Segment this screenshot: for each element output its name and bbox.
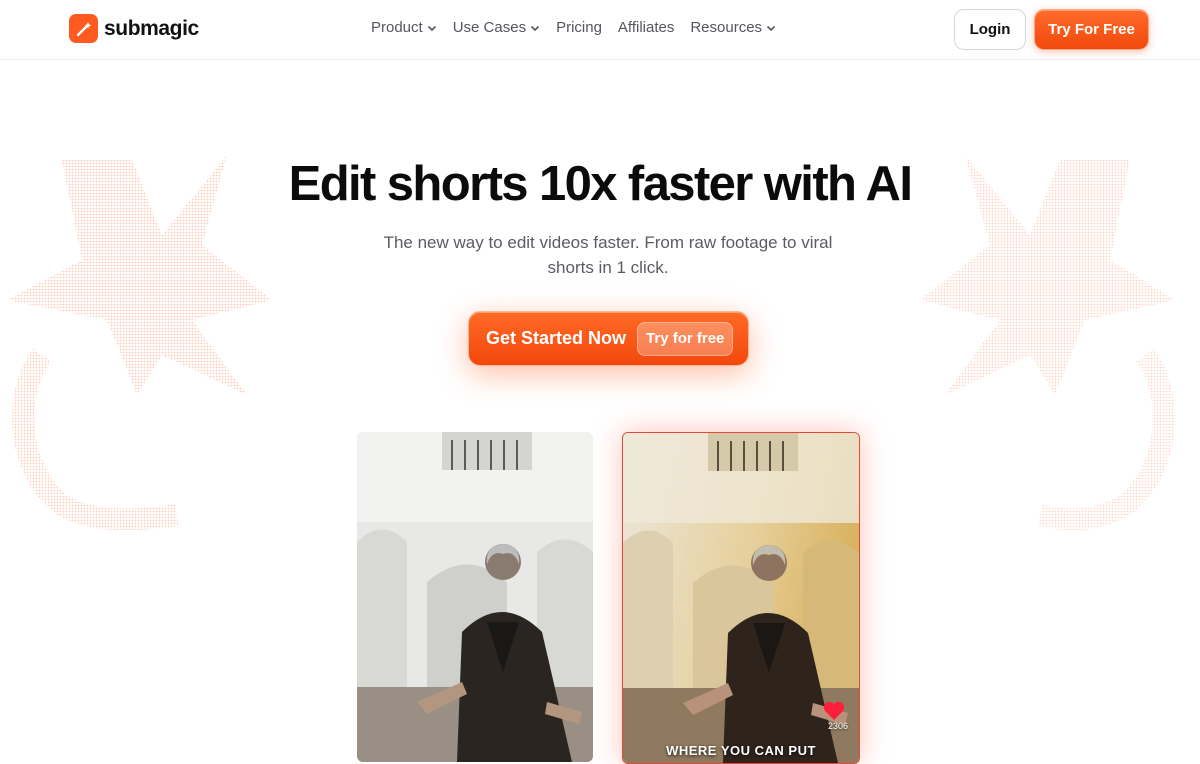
top-navbar: submagic Product Use Cases Pricing Affil… bbox=[0, 0, 1200, 60]
video-caption: WHERE YOU CAN PUT bbox=[666, 743, 816, 758]
magic-wand-icon bbox=[69, 14, 98, 43]
try-for-free-button[interactable]: Try For Free bbox=[1034, 9, 1149, 50]
login-button[interactable]: Login bbox=[954, 9, 1026, 50]
nav-pricing-label: Pricing bbox=[556, 19, 602, 36]
nav-affiliates[interactable]: Affiliates bbox=[618, 19, 674, 36]
video-before-preview[interactable] bbox=[357, 432, 593, 762]
get-started-button[interactable]: Get Started Now Try for free bbox=[468, 311, 749, 366]
nav-product-label: Product bbox=[371, 19, 423, 36]
chevron-down-icon bbox=[766, 25, 776, 31]
nav-pricing[interactable]: Pricing bbox=[556, 19, 602, 36]
nav-affiliates-label: Affiliates bbox=[617, 19, 675, 36]
brand-logo[interactable]: submagic bbox=[69, 14, 199, 43]
primary-nav: Product Use Cases Pricing Affiliates Res… bbox=[371, 19, 776, 36]
heart-icon bbox=[823, 701, 845, 720]
nav-resources[interactable]: Resources bbox=[690, 19, 776, 36]
chevron-down-icon bbox=[530, 25, 540, 31]
chevron-down-icon bbox=[427, 25, 436, 31]
nav-resources-label: Resources bbox=[690, 19, 763, 36]
nav-product[interactable]: Product bbox=[371, 19, 437, 36]
hero-title: Edit shorts 10x faster with AI bbox=[288, 157, 913, 211]
brand-name: submagic bbox=[104, 16, 199, 40]
get-started-label: Get Started Now bbox=[486, 328, 627, 348]
hero-subtitle: The new way to edit videos faster. From … bbox=[383, 233, 833, 277]
nav-use-cases-label: Use Cases bbox=[452, 19, 527, 36]
like-count: 2306 bbox=[827, 721, 849, 731]
like-counter: 2306 bbox=[823, 701, 853, 731]
video-after-preview[interactable]: 2306 WHERE YOU CAN PUT bbox=[622, 432, 860, 764]
video-before-frame bbox=[357, 432, 593, 762]
nav-use-cases[interactable]: Use Cases bbox=[453, 19, 540, 36]
try-for-free-badge: Try for free bbox=[637, 321, 734, 356]
